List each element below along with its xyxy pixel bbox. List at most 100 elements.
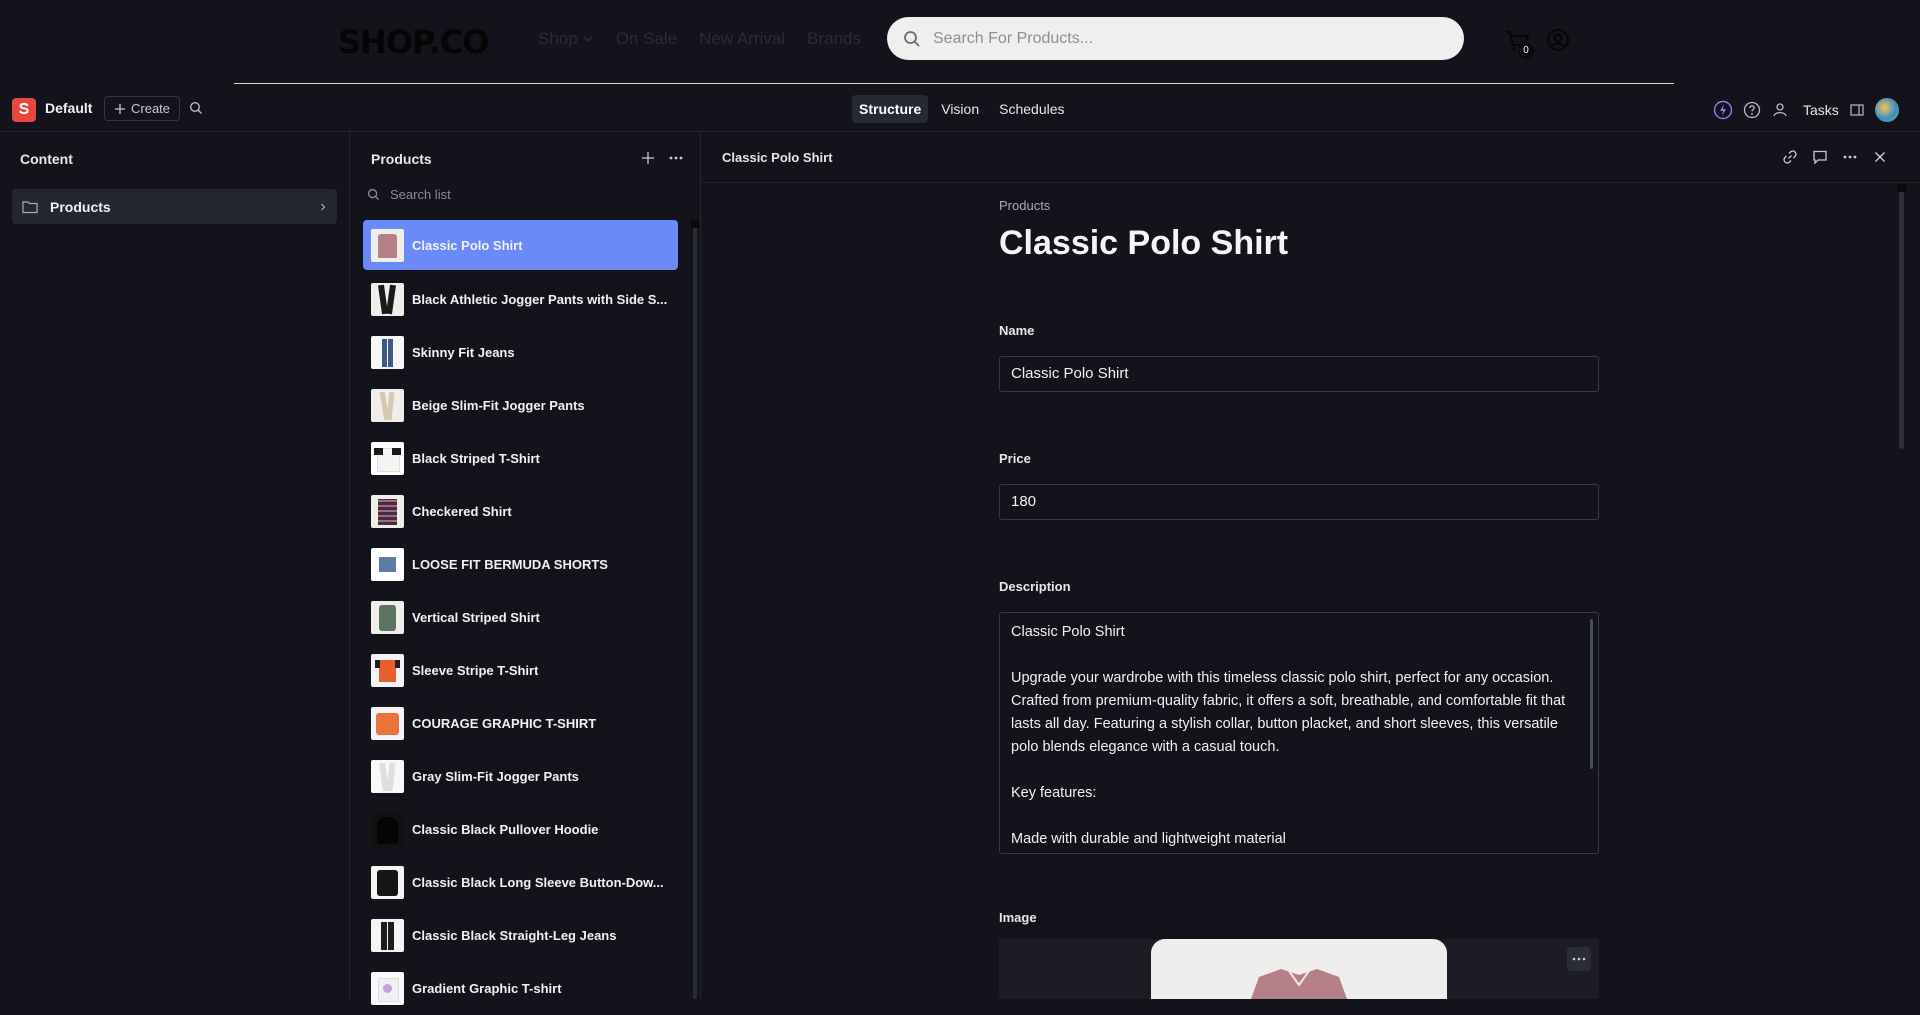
products-pane: Products Search list Classic Polo Shirt … <box>351 132 701 1005</box>
tasks-button[interactable]: Tasks <box>1803 102 1839 118</box>
store-logo[interactable]: SHOP.CO <box>338 20 489 64</box>
store-search-input[interactable]: Search For Products... <box>887 17 1464 60</box>
tab-vision[interactable]: Vision <box>934 95 986 123</box>
chevron-down-icon <box>582 33 594 45</box>
search-icon <box>903 30 921 48</box>
list-search-input[interactable]: Search list <box>367 187 451 202</box>
list-item-name: Black Striped T-Shirt <box>412 451 540 466</box>
list-item[interactable]: Classic Black Long Sleeve Button-Dow... <box>363 856 678 909</box>
list-item-name: Gradient Graphic T-shirt <box>412 981 562 996</box>
image-field[interactable] <box>999 939 1599 999</box>
image-options-button[interactable] <box>1567 947 1591 971</box>
search-icon[interactable] <box>189 101 203 115</box>
green-shirt-icon <box>371 601 404 634</box>
name-label: Name <box>999 323 1035 338</box>
account-icon[interactable] <box>1546 28 1570 52</box>
content-item-label: Products <box>50 198 111 215</box>
comment-icon[interactable] <box>1812 149 1828 165</box>
list-item[interactable]: Checkered Shirt <box>363 485 678 538</box>
image-label: Image <box>999 910 1037 925</box>
product-list: Classic Polo Shirt Black Athletic Jogger… <box>363 220 678 1015</box>
tab-structure[interactable]: Structure <box>852 95 929 123</box>
tool-tabs: Structure Vision Schedules <box>852 95 1072 123</box>
list-item-name: LOOSE FIT BERMUDA SHORTS <box>412 557 608 572</box>
list-item-name: Black Athletic Jogger Pants with Side S.… <box>412 292 668 307</box>
list-item[interactable]: LOOSE FIT BERMUDA SHORTS <box>363 538 678 591</box>
add-document-icon[interactable] <box>641 151 655 165</box>
nav-shop[interactable]: Shop <box>538 27 594 51</box>
list-item-name: Sleeve Stripe T-Shirt <box>412 663 539 678</box>
storefront-header: SHOP.CO Shop On Sale New Arrival Brands … <box>0 0 1920 85</box>
create-button[interactable]: Create <box>104 96 181 121</box>
orange-tshirt-icon <box>371 654 404 687</box>
checkered-shirt-icon <box>371 495 404 528</box>
studio-navbar: S Default Create Structure Vision Schedu… <box>0 86 1920 132</box>
lightning-icon[interactable] <box>1713 100 1733 120</box>
link-icon[interactable] <box>1782 149 1798 165</box>
more-options-icon[interactable] <box>1842 149 1858 165</box>
document-pane: Classic Polo Shirt Products Classic Polo… <box>702 132 1920 999</box>
content-item-products[interactable]: Products <box>12 189 337 224</box>
list-item[interactable]: Classic Black Pullover Hoodie <box>363 803 678 856</box>
list-scrollbar[interactable] <box>693 220 697 999</box>
search-icon <box>367 188 380 201</box>
list-item[interactable]: Vertical Striped Shirt <box>363 591 678 644</box>
gray-pants-icon <box>371 760 404 793</box>
nav-shop-label: Shop <box>538 29 578 48</box>
close-icon[interactable] <box>1872 149 1888 165</box>
list-item[interactable]: Skinny Fit Jeans <box>363 326 678 379</box>
list-item[interactable]: Gray Slim-Fit Jogger Pants <box>363 750 678 803</box>
workspace-name[interactable]: Default <box>45 100 92 116</box>
nav-on-sale[interactable]: On Sale <box>616 27 677 51</box>
black-jeans-icon <box>371 919 404 952</box>
content-pane: Content Products <box>0 132 350 999</box>
list-search-placeholder: Search list <box>390 187 451 202</box>
description-label: Description <box>999 579 1071 594</box>
document-scrollbar-top <box>1897 184 1906 192</box>
page-title: Classic Polo Shirt <box>999 224 1289 262</box>
users-icon[interactable] <box>1771 101 1789 119</box>
document-header: Classic Polo Shirt <box>702 132 1920 183</box>
nav-brands[interactable]: Brands <box>807 27 861 51</box>
list-item[interactable]: Classic Polo Shirt <box>363 220 678 270</box>
help-icon[interactable] <box>1743 101 1761 119</box>
list-item[interactable]: Black Striped T-Shirt <box>363 432 678 485</box>
sidebar-toggle-icon[interactable] <box>1849 102 1865 118</box>
product-image <box>1151 939 1447 999</box>
polo-shirt-icon <box>371 228 404 262</box>
list-item[interactable]: Beige Slim-Fit Jogger Pants <box>363 379 678 432</box>
list-item[interactable]: Black Athletic Jogger Pants with Side S.… <box>363 273 678 326</box>
shorts-icon <box>371 548 404 581</box>
beige-pants-icon <box>371 389 404 422</box>
name-field[interactable]: Classic Polo Shirt <box>999 356 1599 392</box>
breadcrumb[interactable]: Products <box>999 198 1599 213</box>
list-item-name: Classic Black Straight-Leg Jeans <box>412 928 617 943</box>
more-options-icon[interactable] <box>668 151 684 165</box>
list-item[interactable]: Classic Black Straight-Leg Jeans <box>363 909 678 962</box>
workspace-logo[interactable]: S <box>12 98 36 122</box>
document-scrollbar[interactable] <box>1899 184 1904 449</box>
orange-graphic-tshirt-icon <box>371 707 404 740</box>
search-placeholder: Search For Products... <box>933 29 1094 47</box>
tab-schedules[interactable]: Schedules <box>992 95 1071 123</box>
list-item[interactable]: COURAGE GRAPHIC T-SHIRT <box>363 697 678 750</box>
price-field[interactable]: 180 <box>999 484 1599 520</box>
nav-new-arrival[interactable]: New Arrival <box>699 27 785 51</box>
avatar[interactable] <box>1874 98 1899 122</box>
list-item-name: Classic Black Long Sleeve Button-Dow... <box>412 875 664 890</box>
black-pants-icon <box>371 283 404 316</box>
list-item[interactable]: Sleeve Stripe T-Shirt <box>363 644 678 697</box>
list-item-name: Classic Black Pullover Hoodie <box>412 822 599 837</box>
description-scrollbar[interactable] <box>1590 619 1593 769</box>
document-title: Classic Polo Shirt <box>722 150 833 165</box>
list-item-name: Vertical Striped Shirt <box>412 610 540 625</box>
folder-icon <box>22 200 38 214</box>
graphic-tshirt-icon <box>371 972 404 1005</box>
list-item-name: Checkered Shirt <box>412 504 512 519</box>
price-label: Price <box>999 451 1031 466</box>
list-item[interactable]: Gradient Graphic T-shirt <box>363 962 678 1015</box>
document-form: Products Classic Polo Shirt Name Classic… <box>999 198 1599 999</box>
description-field[interactable]: Classic Polo Shirt Upgrade your wardrobe… <box>999 612 1599 854</box>
content-pane-title: Content <box>20 151 73 167</box>
cart-count-badge: 0 <box>1518 43 1534 59</box>
